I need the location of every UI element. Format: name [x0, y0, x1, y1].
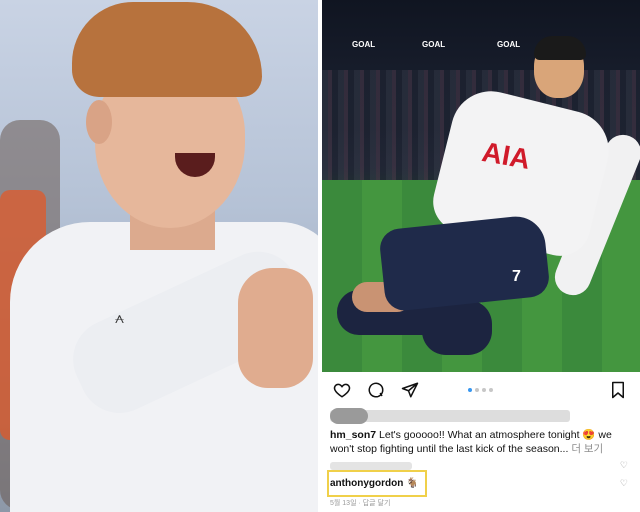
carousel-dot	[489, 388, 493, 392]
player-hair	[72, 2, 262, 97]
comment-blurred	[330, 462, 412, 470]
player-shorts	[378, 213, 551, 313]
comment-entry: anthonygordon 🐐	[330, 478, 419, 489]
post-caption: hm_son7 Let's gooooo!! What an atmospher…	[330, 428, 618, 456]
comment-icon[interactable]	[366, 380, 386, 400]
shorts-number: 7	[512, 268, 521, 285]
shirt-logo-icon: ⩜	[115, 310, 125, 327]
carousel-dot	[475, 388, 479, 392]
player-ear	[86, 100, 112, 144]
comment-meta: 5월 13일 · 답글 달기	[330, 500, 391, 507]
stadium-banner: GOAL	[497, 40, 521, 49]
stadium-banner: GOAL	[422, 40, 446, 49]
player-hair	[534, 36, 586, 60]
carousel-indicator	[468, 388, 493, 392]
left-player-photo: ⩜	[0, 0, 318, 512]
liked-by-avatars	[330, 408, 368, 424]
more-link[interactable]: 더 보기	[571, 443, 603, 455]
heart-icon[interactable]	[332, 380, 352, 400]
instagram-post: GOAL GOAL GOAL AIA 7 hm_son7 Let's goooo…	[322, 0, 640, 512]
bookmark-icon[interactable]	[608, 380, 628, 400]
caption-username[interactable]: hm_son7	[330, 429, 376, 441]
goat-emoji: 🐐	[406, 478, 419, 489]
post-action-bar	[322, 374, 640, 404]
carousel-dot	[482, 388, 486, 392]
comment-like-icon[interactable]: ♡	[620, 478, 628, 489]
send-icon[interactable]	[400, 380, 420, 400]
player-leg	[422, 300, 492, 355]
stadium-banner: GOAL	[352, 40, 376, 49]
post-photo[interactable]: GOAL GOAL GOAL AIA 7	[322, 0, 640, 372]
comment-like-icon[interactable]: ♡	[620, 460, 628, 471]
carousel-dot	[468, 388, 472, 392]
comment-username[interactable]: anthonygordon	[330, 478, 403, 489]
player-hand	[238, 268, 313, 388]
